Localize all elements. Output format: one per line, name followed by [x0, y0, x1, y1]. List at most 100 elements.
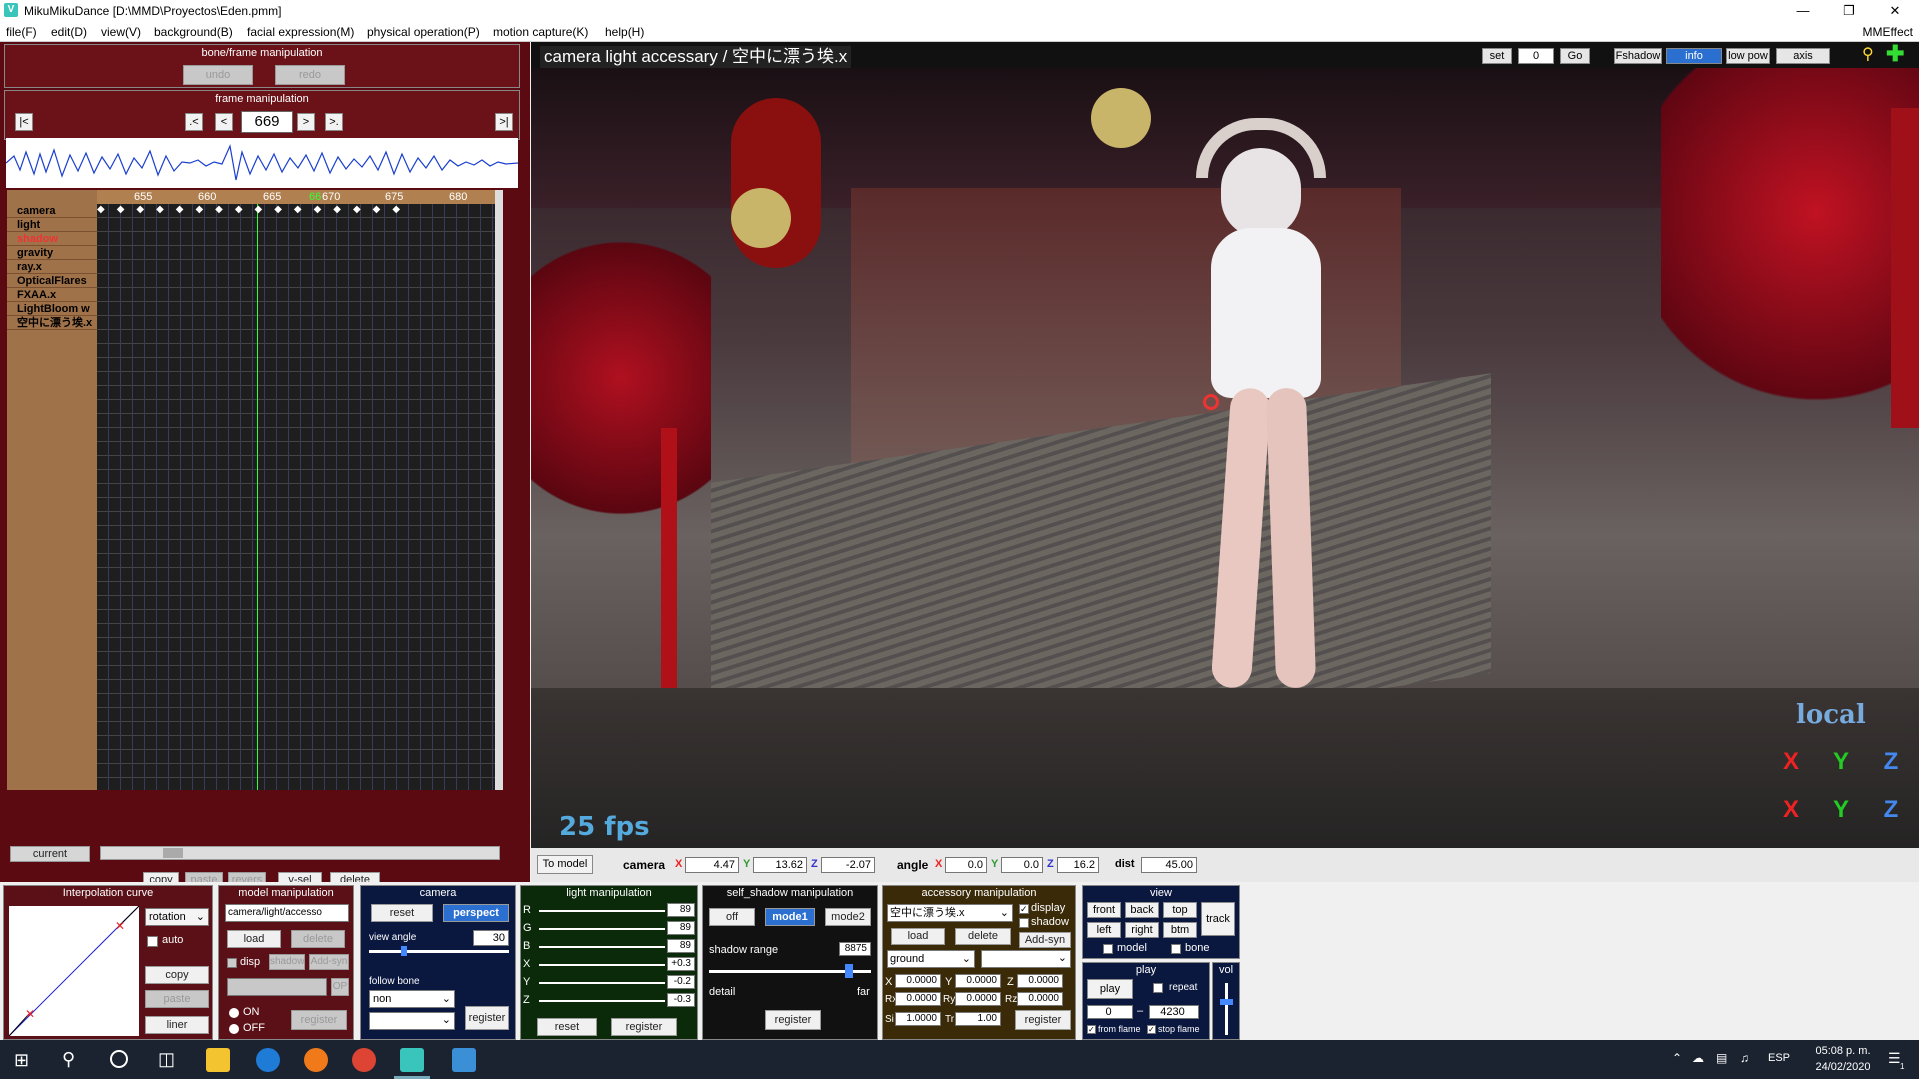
app-taskbar-icon[interactable]	[452, 1048, 476, 1072]
tray-chevron-icon[interactable]: ⌃	[1672, 1051, 1682, 1065]
edge-icon[interactable]	[256, 1048, 280, 1072]
light-b-slider[interactable]	[539, 946, 665, 948]
view-bone-checkbox[interactable]	[1171, 944, 1181, 954]
model-shadow-button[interactable]: shadow	[269, 954, 305, 970]
redo-button[interactable]: redo	[275, 65, 345, 85]
acc-rx-value[interactable]: 0.0000	[895, 992, 941, 1006]
light-y-slider[interactable]	[539, 982, 665, 984]
rotate-x-icon[interactable]: X	[1773, 748, 1809, 776]
view-left-button[interactable]: left	[1087, 922, 1121, 938]
acc-addsyn-button[interactable]: Add-syn	[1019, 932, 1071, 948]
acc-register-button[interactable]: register	[1015, 1010, 1071, 1030]
light-b-value[interactable]: 89	[667, 939, 695, 953]
interp-copy-button[interactable]: copy	[145, 966, 209, 984]
acc-y-value[interactable]: 0.0000	[955, 974, 1001, 988]
menu-physical-operation[interactable]: physical operation(P)	[367, 25, 480, 39]
interp-type-select[interactable]: rotation ⌄	[145, 908, 209, 926]
next-key-button[interactable]: >.	[325, 113, 343, 131]
repeat-checkbox[interactable]	[1153, 983, 1163, 993]
track-lightbloom[interactable]: LightBloom w	[7, 302, 97, 316]
keyframe-grid[interactable]: ◆◆◆◆◆◆◆◆◆◆◆◆◆◆◆◆	[97, 204, 495, 790]
track-dust[interactable]: 空中に漂う埃.x	[7, 316, 97, 330]
light-y-value[interactable]: -0.2	[667, 975, 695, 989]
acc-z-value[interactable]: 0.0000	[1017, 974, 1063, 988]
chrome-icon[interactable]	[352, 1048, 376, 1072]
angle-y-value[interactable]: 0.0	[1001, 857, 1043, 873]
auto-checkbox[interactable]	[147, 936, 158, 947]
windows-start-icon[interactable]: ⊞	[14, 1050, 34, 1070]
file-explorer-icon[interactable]	[206, 1048, 230, 1072]
frame-number-input[interactable]: 669	[241, 111, 293, 133]
accessory-select[interactable]: 空中に漂う埃.x ⌄	[887, 904, 1013, 922]
rotate-z-icon[interactable]: Z	[1873, 748, 1909, 776]
volume-thumb[interactable]	[1220, 999, 1233, 1005]
view-top-button[interactable]: top	[1163, 902, 1197, 918]
view-angle-thumb[interactable]	[401, 946, 407, 956]
acc-si-value[interactable]: 1.0000	[895, 1012, 941, 1026]
track-gravity[interactable]: gravity	[7, 246, 97, 260]
track-ray[interactable]: ray.x	[7, 260, 97, 274]
track-camera[interactable]: camera	[7, 204, 97, 218]
track-fxaa[interactable]: FXAA.x	[7, 288, 97, 302]
shadow-range-value[interactable]: 8875	[839, 942, 871, 956]
acc-shadow-checkbox[interactable]	[1019, 918, 1029, 928]
menu-motion-capture[interactable]: motion capture(K)	[493, 25, 588, 39]
move-y-icon[interactable]: Y	[1823, 796, 1859, 824]
view-model-checkbox[interactable]	[1103, 944, 1113, 954]
from-flame-checkbox[interactable]: ✓	[1087, 1025, 1096, 1034]
camera-y-value[interactable]: 13.62	[753, 857, 807, 873]
undo-button[interactable]: undo	[183, 65, 253, 85]
last-frame-button[interactable]: >|	[495, 113, 513, 131]
menu-file[interactable]: file(F)	[6, 25, 37, 39]
clock-date[interactable]: 24/02/2020	[1808, 1061, 1878, 1073]
low-pow-button[interactable]: low pow	[1726, 48, 1770, 64]
angle-x-value[interactable]: 0.0	[945, 857, 987, 873]
perspect-button[interactable]: perspect	[443, 904, 509, 922]
timeline-panel[interactable]: 655 660 665 66 670 675 680 camera light …	[7, 190, 503, 790]
menu-view[interactable]: view(V)	[101, 25, 141, 39]
on-radio[interactable]	[229, 1008, 239, 1018]
light-r-value[interactable]: 89	[667, 903, 695, 917]
acc-x-value[interactable]: 0.0000	[895, 974, 941, 988]
mikumikudance-taskbar-icon[interactable]	[400, 1048, 424, 1072]
rotate-y-icon[interactable]: Y	[1823, 748, 1859, 776]
shadow-register-button[interactable]: register	[765, 1010, 821, 1030]
notification-icon[interactable]: ☰	[1888, 1050, 1901, 1067]
current-button[interactable]: current	[10, 846, 90, 862]
track-light[interactable]: light	[7, 218, 97, 232]
network-icon[interactable]: ▤	[1716, 1051, 1727, 1065]
move-x-icon[interactable]: X	[1773, 796, 1809, 824]
zoom-icon[interactable]: ⚲	[1862, 46, 1880, 64]
shadow-off-button[interactable]: off	[709, 908, 755, 926]
menu-mmeffect[interactable]: MMEffect	[1863, 25, 1913, 39]
angle-z-value[interactable]: 16.2	[1057, 857, 1099, 873]
acc-tr-value[interactable]: 1.00	[955, 1012, 1001, 1026]
light-register-button[interactable]: register	[611, 1018, 677, 1036]
light-x-value[interactable]: +0.3	[667, 957, 695, 971]
close-icon[interactable]: ✕	[1872, 0, 1918, 22]
view-back-button[interactable]: back	[1125, 902, 1159, 918]
light-z-slider[interactable]	[539, 1000, 665, 1002]
fshadow-button[interactable]: Fshadow	[1614, 48, 1662, 64]
light-g-slider[interactable]	[539, 928, 665, 930]
interpolation-curve-canvas[interactable]: ✕ ✕	[8, 905, 140, 1037]
3d-scene-view[interactable]: 25 fps local X Y Z X Y Z	[531, 68, 1919, 848]
play-end-input[interactable]: 4230	[1149, 1005, 1199, 1019]
next-frame-button[interactable]: >	[297, 113, 315, 131]
minimize-icon[interactable]: —	[1780, 0, 1826, 22]
prev-key-button[interactable]: .<	[185, 113, 203, 131]
move-z-icon[interactable]: Z	[1873, 796, 1909, 824]
move-cross-icon[interactable]: ✚	[1886, 43, 1908, 66]
interp-liner-button[interactable]: liner	[145, 1016, 209, 1034]
restore-icon[interactable]: ❐	[1826, 0, 1872, 22]
op-button[interactable]: OP	[331, 978, 349, 996]
shadow-mode2-button[interactable]: mode2	[825, 908, 871, 926]
camera-x-value[interactable]: 4.47	[685, 857, 739, 873]
view-track-button[interactable]: track	[1201, 902, 1235, 936]
model-select[interactable]: camera/light/accesso	[225, 904, 349, 922]
menu-facial-expression[interactable]: facial expression(M)	[247, 25, 354, 39]
menu-background[interactable]: background(B)	[154, 25, 233, 39]
acc-rz-value[interactable]: 0.0000	[1017, 992, 1063, 1006]
acc-ry-value[interactable]: 0.0000	[955, 992, 1001, 1006]
view-angle-slider[interactable]	[369, 950, 509, 953]
